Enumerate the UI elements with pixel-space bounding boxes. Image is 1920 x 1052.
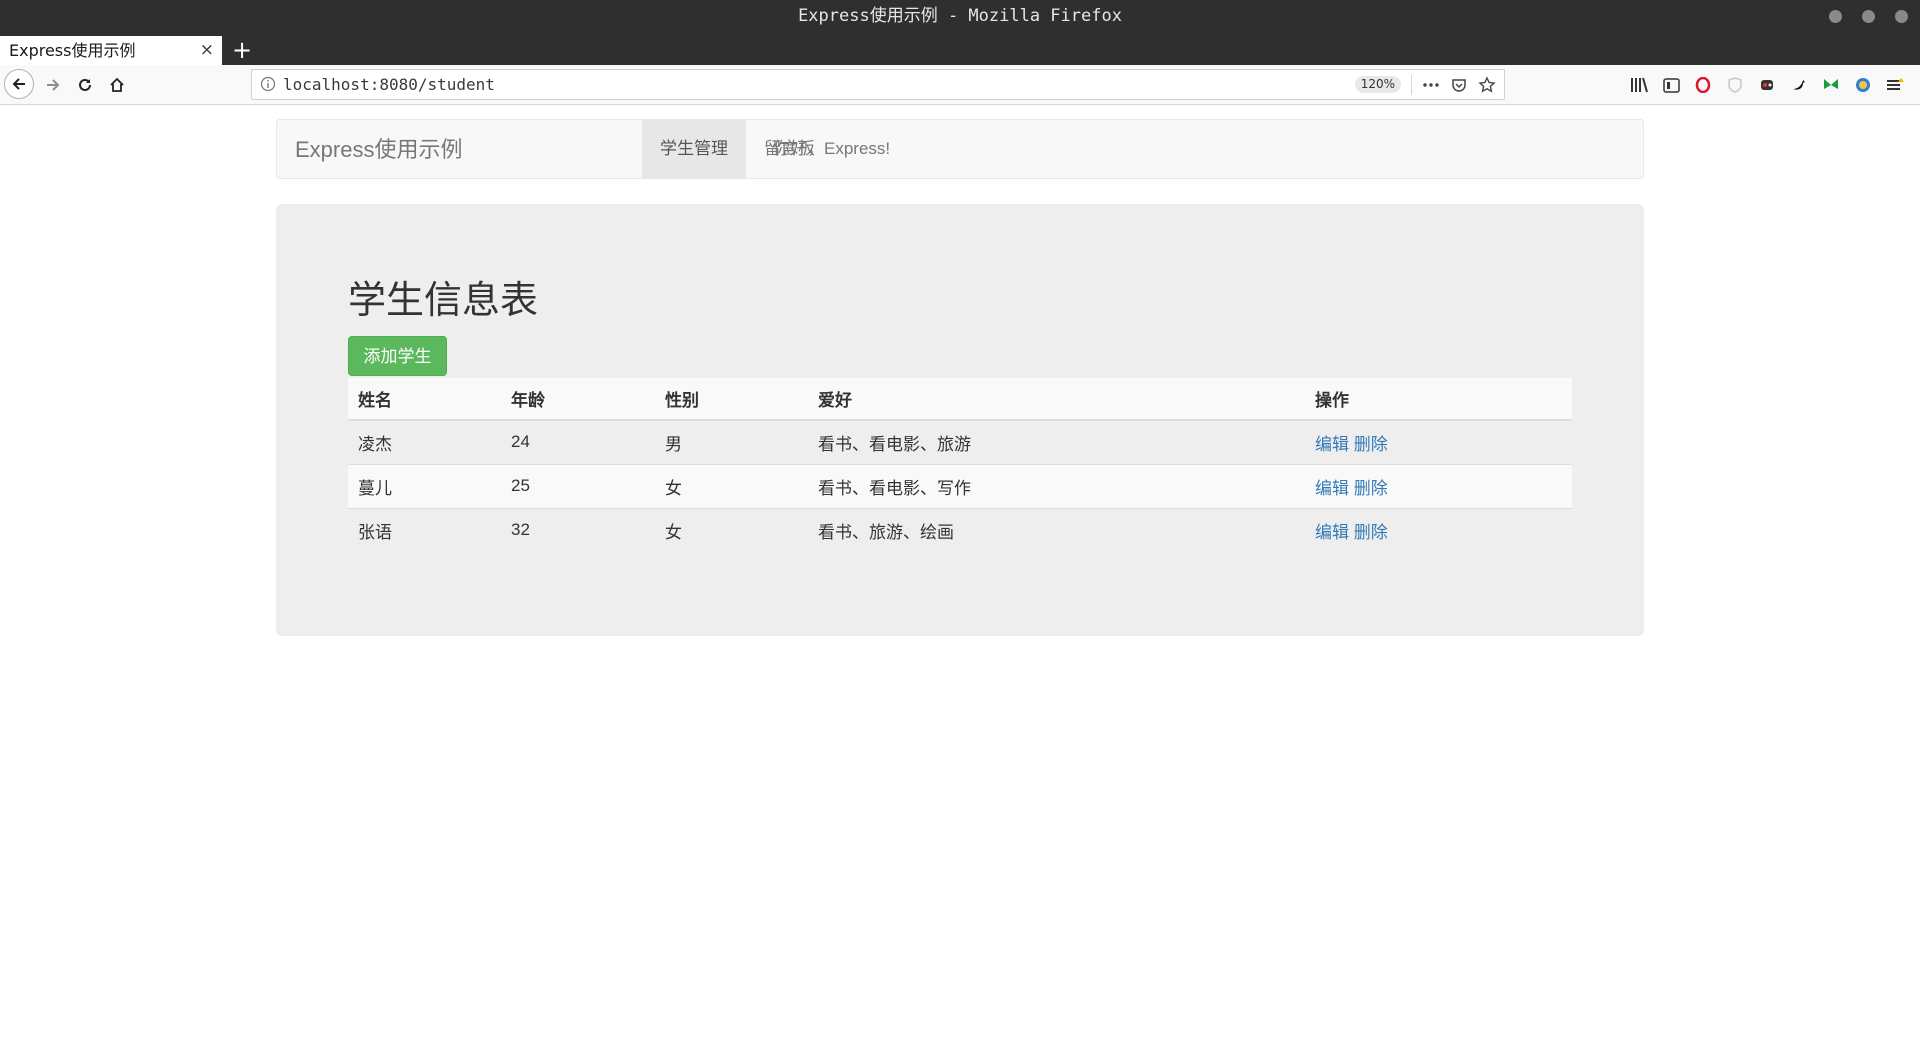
minimize-button[interactable]	[1829, 10, 1842, 23]
page-actions	[1407, 70, 1504, 99]
zoom-level-badge[interactable]: 120%	[1354, 76, 1401, 93]
bookmark-star-icon[interactable]	[1476, 74, 1498, 96]
forward-arrow-icon[interactable]	[40, 72, 66, 98]
table-row: 张语 32 女 看书、旅游、绘画 编辑 删除	[348, 507, 1572, 552]
app-navbar: Express使用示例 你好，Express! 学生管理 留言板	[276, 119, 1644, 179]
toolbar-extensions	[1626, 72, 1908, 98]
url-text[interactable]: localhost:8080/student	[283, 70, 495, 99]
cell-age: 32	[501, 507, 655, 552]
table-row: 蔓儿 25 女 看书、看电影、写作 编辑 删除	[348, 463, 1572, 508]
page-title: 学生信息表	[348, 280, 539, 322]
cell-name: 张语	[348, 507, 501, 552]
edit-link[interactable]: 编辑	[1315, 479, 1349, 498]
page-content: Express使用示例 你好，Express! 学生管理 留言板 学生信息表 添…	[0, 105, 1920, 1052]
maximize-button[interactable]	[1862, 10, 1875, 23]
cell-gender: 女	[655, 507, 808, 552]
nav-item-message-board[interactable]: 留言板	[746, 120, 833, 178]
cell-age: 24	[501, 419, 655, 464]
cell-hobbies: 看书、看电影、写作	[808, 463, 1305, 508]
new-tab-button[interactable]: +	[230, 36, 254, 65]
column-header-hobbies: 爱好	[808, 378, 1305, 421]
extension-icon[interactable]	[1754, 72, 1780, 98]
info-icon[interactable]	[260, 76, 276, 96]
more-actions-icon[interactable]	[1420, 74, 1442, 96]
hamburger-menu-icon[interactable]	[1882, 72, 1908, 98]
student-table: 姓名 年龄 性别 爱好 操作 凌杰 24 男 看书、看电影、旅游 编辑 删除 蔓…	[348, 378, 1572, 552]
divider	[1411, 74, 1412, 95]
cell-actions: 编辑 删除	[1305, 463, 1572, 508]
reload-icon[interactable]	[72, 72, 98, 98]
browser-tab[interactable]: Express使用示例 ×	[0, 36, 222, 65]
bird-extension-icon[interactable]	[1786, 72, 1812, 98]
window-title: Express使用示例 - Mozilla Firefox	[798, 6, 1122, 26]
cell-hobbies: 看书、旅游、绘画	[808, 507, 1305, 552]
shield-extension-icon[interactable]	[1722, 72, 1748, 98]
butterfly-extension-icon[interactable]	[1818, 72, 1844, 98]
brand-link[interactable]: Express使用示例	[295, 120, 462, 180]
back-arrow-icon[interactable]	[4, 69, 34, 99]
column-header-age: 年龄	[501, 378, 655, 421]
edit-link[interactable]: 编辑	[1315, 435, 1349, 454]
cell-actions: 编辑 删除	[1305, 507, 1572, 552]
edit-link[interactable]: 编辑	[1315, 523, 1349, 542]
tab-strip: Express使用示例 × +	[0, 36, 1920, 65]
pocket-icon[interactable]	[1448, 74, 1470, 96]
opera-extension-icon[interactable]	[1690, 72, 1716, 98]
column-header-gender: 性别	[655, 378, 808, 421]
window-titlebar: Express使用示例 - Mozilla Firefox	[0, 0, 1920, 36]
student-panel: 学生信息表 添加学生 姓名 年龄 性别 爱好 操作 凌杰 24 男 看书、看电影…	[276, 204, 1644, 636]
delete-link[interactable]: 删除	[1354, 435, 1388, 454]
cell-actions: 编辑 删除	[1305, 419, 1572, 464]
cell-gender: 男	[655, 419, 808, 464]
cell-hobbies: 看书、看电影、旅游	[808, 419, 1305, 464]
cell-age: 25	[501, 463, 655, 508]
library-icon[interactable]	[1626, 72, 1652, 98]
sidebar-icon[interactable]	[1658, 72, 1684, 98]
nav-item-student-management[interactable]: 学生管理	[642, 120, 746, 178]
column-header-actions: 操作	[1305, 378, 1572, 421]
cell-gender: 女	[655, 463, 808, 508]
add-student-button[interactable]: 添加学生	[348, 336, 447, 376]
tab-close-icon[interactable]: ×	[200, 36, 214, 65]
column-header-name: 姓名	[348, 378, 501, 421]
delete-link[interactable]: 删除	[1354, 523, 1388, 542]
url-bar[interactable]: localhost:8080/student 120%	[251, 69, 1505, 100]
tab-title: Express使用示例	[9, 41, 136, 60]
cell-name: 蔓儿	[348, 463, 501, 508]
window-controls	[1829, 10, 1908, 23]
close-window-button[interactable]	[1895, 10, 1908, 23]
cell-name: 凌杰	[348, 419, 501, 464]
table-header-row: 姓名 年龄 性别 爱好 操作	[348, 378, 1572, 421]
home-icon[interactable]	[104, 72, 130, 98]
delete-link[interactable]: 删除	[1354, 479, 1388, 498]
translate-extension-icon[interactable]	[1850, 72, 1876, 98]
table-row: 凌杰 24 男 看书、看电影、旅游 编辑 删除	[348, 419, 1572, 464]
navigation-toolbar: localhost:8080/student 120%	[0, 65, 1920, 105]
